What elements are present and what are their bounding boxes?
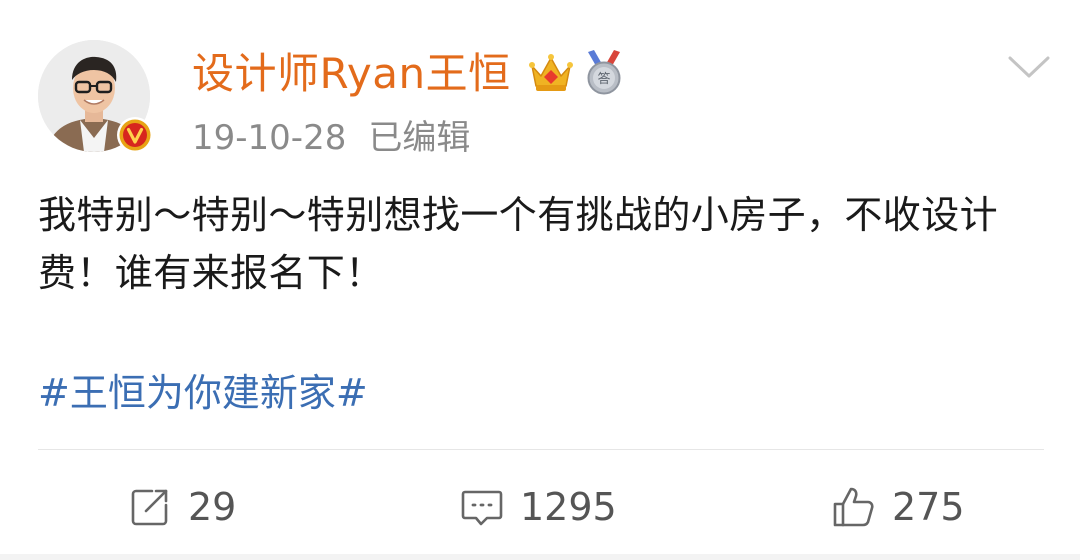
bottom-separator xyxy=(0,554,1080,560)
comment-count: 1295 xyxy=(520,485,617,529)
repost-button[interactable]: 29 xyxy=(126,474,236,540)
crown-icon xyxy=(529,54,573,91)
post-text: 我特别～特别～特别想找一个有挑战的小房子，不收设计费！谁有来报名下！ xyxy=(38,193,999,295)
medal-icon: 答 xyxy=(587,50,621,95)
author-name[interactable]: 设计师Ryan王恒 xyxy=(192,44,511,104)
chevron-down-icon[interactable] xyxy=(1004,52,1054,82)
comment-button[interactable]: 1295 xyxy=(458,474,617,540)
repost-icon xyxy=(131,489,168,526)
avatar-container[interactable] xyxy=(38,40,154,156)
verified-badge-icon xyxy=(117,117,153,153)
topic-hashtag-link[interactable]: #王恒为你建新家# xyxy=(38,364,368,422)
post-meta: 19-10-28 已编辑 xyxy=(192,114,470,162)
like-button[interactable]: 275 xyxy=(830,474,965,540)
svg-text:答: 答 xyxy=(597,71,610,87)
repost-count: 29 xyxy=(188,485,237,529)
comment-icon xyxy=(461,490,503,526)
edited-label: 已编辑 xyxy=(368,118,471,158)
divider xyxy=(38,449,1044,450)
thumbs-up-icon xyxy=(833,487,874,527)
like-count: 275 xyxy=(892,485,965,529)
post-date: 19-10-28 xyxy=(192,118,347,158)
